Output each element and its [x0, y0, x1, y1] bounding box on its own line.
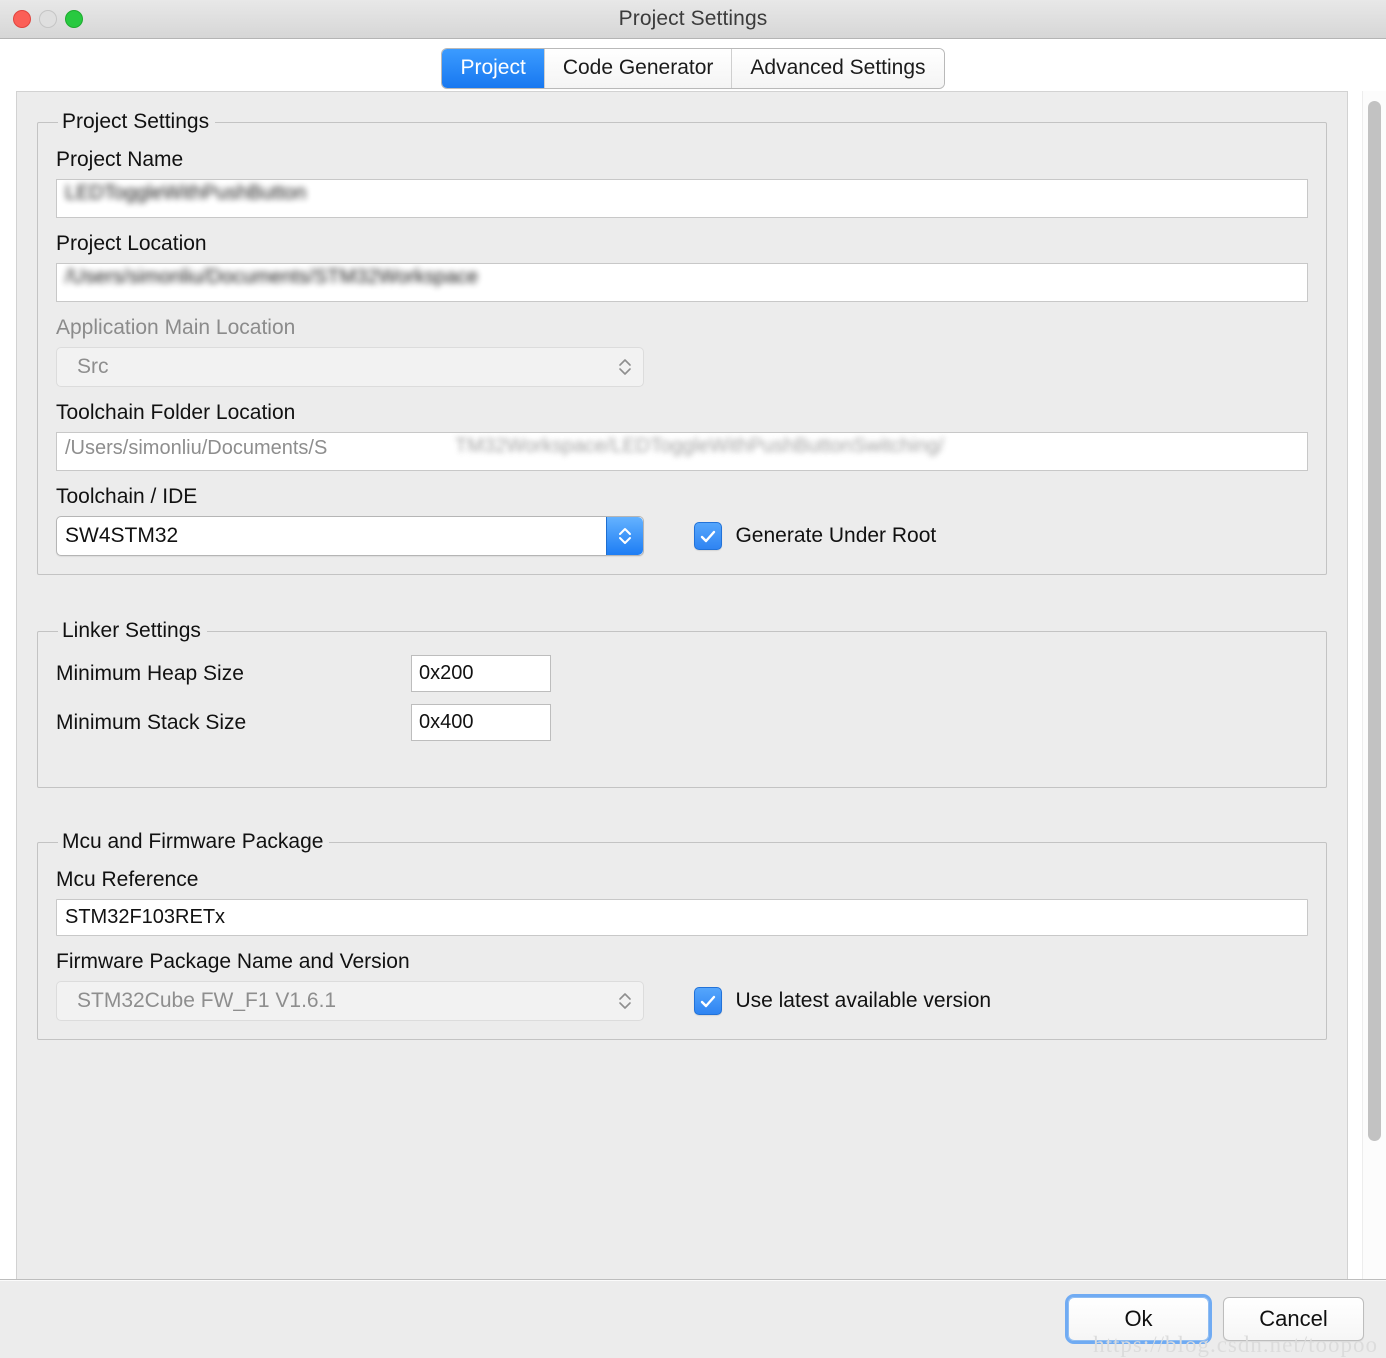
generate-under-root-row[interactable]: Generate Under Root: [694, 522, 936, 550]
project-settings-window: Project Settings Project Code Generator …: [0, 0, 1386, 1358]
stepper-arrows-firmware: [607, 982, 643, 1020]
firmware-package-value: STM32Cube FW_F1 V1.6.1: [77, 982, 336, 1020]
dialog-content: Project Code Generator Advanced Settings…: [0, 39, 1386, 1279]
project-settings-group: Project Settings Project Name LEDToggleW…: [37, 110, 1327, 575]
firmware-package-combobox: STM32Cube FW_F1 V1.6.1: [56, 981, 644, 1021]
use-latest-version-label: Use latest available version: [735, 989, 991, 1013]
tab-code-generator[interactable]: Code Generator: [544, 49, 732, 88]
project-name-label: Project Name: [56, 148, 1308, 172]
minimum-heap-size-input[interactable]: [411, 655, 551, 692]
dialog-footer: Ok Cancel https://blog.csdn.net/toopoo: [0, 1279, 1386, 1358]
chevron-down-icon: [618, 536, 632, 545]
minimum-heap-size-label: Minimum Heap Size: [56, 662, 411, 686]
scrollbar-thumb[interactable]: [1368, 101, 1381, 1141]
checkmark-icon: [700, 995, 716, 1008]
chevron-up-icon: [618, 527, 632, 536]
tab-project[interactable]: Project: [442, 49, 543, 88]
window-title: Project Settings: [0, 7, 1386, 31]
firmware-package-label: Firmware Package Name and Version: [56, 950, 1308, 974]
vertical-scrollbar[interactable]: [1362, 91, 1386, 1279]
mcu-reference-label: Mcu Reference: [56, 868, 1308, 892]
project-location-value: /Users/simonliu/Documents/STM32Workspace: [65, 266, 478, 289]
stepper-arrows-toolchain[interactable]: [606, 517, 643, 555]
toolchain-folder-location-value: TM32Workspace/LEDToggleWithPushButtonSwi…: [455, 435, 944, 458]
minimum-heap-size-row: Minimum Heap Size: [56, 655, 1308, 692]
chevron-down-icon: [618, 367, 632, 376]
minimum-stack-size-label: Minimum Stack Size: [56, 711, 411, 735]
settings-panel: Project Settings Project Name LEDToggleW…: [16, 91, 1348, 1279]
use-latest-version-row[interactable]: Use latest available version: [694, 987, 991, 1015]
watermark: https://blog.csdn.net/toopoo: [1093, 1332, 1378, 1358]
tab-advanced-settings[interactable]: Advanced Settings: [731, 49, 943, 88]
minimize-button[interactable]: [39, 10, 57, 28]
tab-group: Project Code Generator Advanced Settings: [442, 49, 943, 88]
toolchain-ide-value: SW4STM32: [65, 517, 178, 555]
project-name-value: LEDToggleWithPushButton: [65, 182, 306, 205]
mcu-reference-input[interactable]: [56, 899, 1308, 936]
generate-under-root-label: Generate Under Root: [735, 524, 936, 548]
application-main-location-label: Application Main Location: [56, 316, 1308, 340]
traffic-light-group: [13, 0, 83, 38]
project-name-input[interactable]: LEDToggleWithPushButton: [56, 179, 1308, 218]
linker-settings-legend: Linker Settings: [58, 619, 207, 643]
zoom-button[interactable]: [65, 10, 83, 28]
checkmark-icon: [700, 530, 716, 543]
use-latest-version-checkbox[interactable]: [694, 987, 722, 1015]
chevron-up-icon: [618, 992, 632, 1001]
minimum-stack-size-input[interactable]: [411, 704, 551, 741]
project-settings-legend: Project Settings: [58, 110, 215, 134]
linker-settings-group: Linker Settings Minimum Heap Size Minimu…: [37, 619, 1327, 788]
project-location-input[interactable]: /Users/simonliu/Documents/STM32Workspace: [56, 263, 1308, 302]
mcu-firmware-legend: Mcu and Firmware Package: [58, 830, 329, 854]
project-location-label: Project Location: [56, 232, 1308, 256]
toolchain-folder-location-label: Toolchain Folder Location: [56, 401, 1308, 425]
chevron-up-icon: [618, 358, 632, 367]
minimum-stack-size-row: Minimum Stack Size: [56, 704, 1308, 741]
application-main-location-combobox: Src: [56, 347, 644, 387]
stepper-arrows-disabled: [607, 348, 643, 386]
toolchain-folder-location-prefix: /Users/simonliu/Documents/S: [65, 437, 327, 460]
generate-under-root-checkbox[interactable]: [694, 522, 722, 550]
toolchain-ide-label: Toolchain / IDE: [56, 485, 1308, 509]
toolchain-ide-combobox[interactable]: SW4STM32: [56, 516, 644, 556]
chevron-down-icon: [618, 1001, 632, 1010]
toolchain-folder-location-input: /Users/simonliu/Documents/S TM32Workspac…: [56, 432, 1308, 471]
close-button[interactable]: [13, 10, 31, 28]
application-main-location-value: Src: [77, 348, 109, 386]
window-titlebar: Project Settings: [0, 0, 1386, 39]
mcu-firmware-group: Mcu and Firmware Package Mcu Reference F…: [37, 830, 1327, 1040]
